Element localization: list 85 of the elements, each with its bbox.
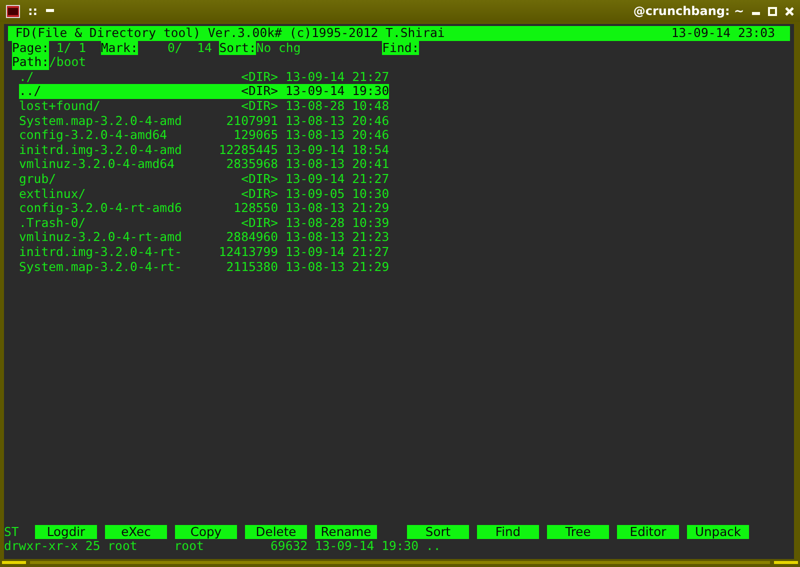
function-key[interactable]: Copy — [175, 524, 237, 539]
field-label: Sort: — [219, 40, 256, 56]
app-title: FD(File & Directory tool) Ver.3.00k# (c)1995-2012 T.Shirai — [15, 26, 445, 41]
file-time: 21:29 — [351, 201, 390, 216]
file-name[interactable]: initrd.img-3.2.0-4-rt- — [19, 244, 182, 260]
field-label: Find: — [382, 40, 420, 56]
field-value: No chg — [256, 40, 302, 56]
file-date: 13-09-14 — [284, 172, 345, 187]
function-key[interactable]: Find — [477, 524, 539, 539]
file-date: 13-08-28 — [284, 98, 345, 114]
file-name[interactable]: grub/ — [19, 172, 182, 187]
file-time: 20:41 — [351, 157, 390, 172]
file-size: <DIR> — [240, 186, 278, 202]
file-time: 21:29 — [351, 260, 390, 274]
status-line: drwxr-xr-x 25 root root 69632 13-09-14 19:30 .. — [4, 539, 442, 554]
file-size: <DIR> — [240, 172, 278, 187]
file-time: 19:30 — [351, 84, 390, 99]
function-key[interactable]: eXec — [105, 524, 167, 539]
field-label: Mark: — [100, 40, 138, 56]
file-name[interactable]: lost+found/ — [19, 98, 182, 114]
file-time: 18:54 — [351, 142, 390, 158]
path-value: /boot — [49, 55, 86, 70]
file-date: 13-09-14 — [284, 84, 345, 99]
function-key[interactable]: Delete — [245, 524, 307, 539]
file-time: 10:30 — [351, 186, 390, 202]
field-value: 0/ 14 — [166, 40, 213, 56]
file-date: 13-09-14 — [284, 142, 345, 158]
file-name[interactable]: System.map-3.2.0-4-rt- — [19, 260, 182, 274]
file-name[interactable]: config-3.2.0-4-amd64 — [19, 128, 182, 143]
file-date: 13-09-14 — [284, 244, 345, 260]
file-time: 21:27 — [351, 70, 390, 84]
terminal-icon[interactable] — [6, 4, 20, 18]
file-size: <DIR> — [240, 216, 278, 230]
file-date: 13-08-13 — [284, 128, 345, 143]
file-time: 20:46 — [351, 128, 390, 143]
key-prefix: ST — [4, 524, 20, 540]
function-key[interactable]: Logdir — [35, 524, 97, 539]
file-size: 12285445 — [218, 142, 278, 158]
file-date: 13-08-13 — [284, 260, 345, 274]
file-name[interactable]: config-3.2.0-4-rt-amd6 — [19, 201, 182, 216]
file-time: 21:27 — [351, 172, 390, 187]
file-name[interactable]: .Trash-0/ — [19, 216, 182, 230]
file-date: 13-08-13 — [284, 230, 345, 245]
file-date: 13-08-13 — [284, 201, 345, 216]
file-date: 13-09-05 — [284, 186, 345, 202]
file-time: 20:46 — [351, 114, 390, 128]
field-label: Page: — [12, 40, 50, 56]
file-size: 12413799 — [218, 244, 278, 260]
file-date: 13-08-13 — [284, 157, 345, 172]
function-key[interactable]: Rename — [315, 524, 377, 539]
file-size: 129065 — [232, 128, 278, 143]
function-key[interactable]: Editor — [617, 524, 679, 539]
function-key[interactable]: Sort — [407, 524, 469, 539]
file-date: 13-08-13 — [284, 114, 345, 128]
file-date: 13-08-28 — [284, 216, 345, 230]
file-size: <DIR> — [240, 84, 278, 99]
header-datetime: 13-09-14 23:03 — [671, 26, 775, 41]
file-size: <DIR> — [240, 98, 278, 114]
file-name[interactable]: vmlinuz-3.2.0-4-rt-amd — [19, 230, 182, 245]
file-name[interactable]: vmlinuz-3.2.0-4-amd64 — [19, 157, 182, 172]
file-size: 2107991 — [225, 114, 278, 128]
file-date: 13-09-14 — [284, 70, 345, 84]
function-key[interactable]: Tree — [547, 524, 609, 539]
file-name[interactable]: System.map-3.2.0-4-amd — [19, 114, 182, 128]
maximize-icon[interactable] — [768, 6, 777, 16]
file-name[interactable]: extlinux/ — [19, 186, 182, 202]
file-name[interactable]: ./ — [19, 70, 182, 84]
file-time: 21:23 — [351, 230, 390, 245]
file-time: 21:27 — [351, 244, 390, 260]
menu-glyph[interactable]: :: — [28, 4, 38, 18]
file-size: 2884960 — [225, 230, 278, 245]
file-size: 2835968 — [225, 157, 278, 172]
file-size: 2115380 — [225, 260, 278, 274]
file-size: <DIR> — [240, 70, 278, 84]
path-label: Path: — [12, 55, 50, 70]
field-value: 1/ 1 — [55, 40, 88, 56]
shade-icon[interactable] — [46, 9, 54, 13]
window-title: @crunchbang: ~ — [633, 4, 744, 18]
file-name[interactable]: initrd.img-3.2.0-4-amd — [19, 142, 182, 158]
file-time: 10:39 — [351, 216, 390, 230]
file-time: 10:48 — [351, 98, 390, 114]
file-size: 128550 — [232, 201, 278, 216]
file-name[interactable]: ../ — [19, 84, 182, 99]
close-icon[interactable] — [785, 6, 794, 16]
function-key[interactable]: Unpack — [687, 524, 749, 539]
